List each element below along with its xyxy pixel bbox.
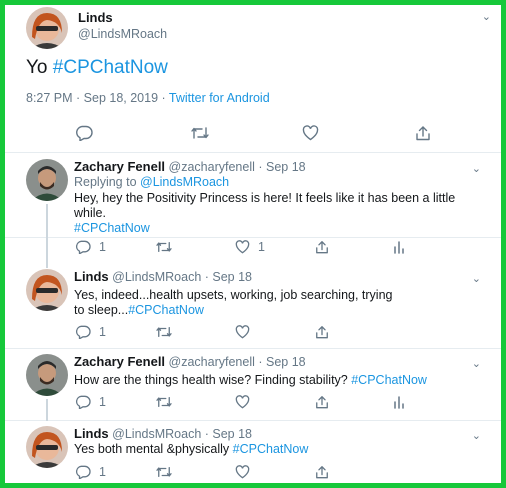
like-count: 1	[258, 240, 265, 254]
tweet-timestamp[interactable]: 8:27 PM · Sep 18, 2019 ·	[26, 91, 169, 105]
reply-tweet-1[interactable]: Zachary Fenell @zacharyfenell · Sep 18 ⌄…	[5, 154, 501, 238]
like-icon[interactable]: 1	[235, 240, 265, 254]
thread-line	[46, 399, 48, 421]
analytics-icon[interactable]	[393, 395, 405, 409]
tweet-text: Yes, indeed...health upsets, working, jo…	[74, 288, 404, 318]
main-tweet: Linds @LindsMRoach ⌄ Yo #CPChatNow 8:27 …	[5, 5, 501, 153]
hashtag-link[interactable]: #CPChatNow	[53, 57, 168, 78]
tweet-meta: 8:27 PM · Sep 18, 2019 · Twitter for And…	[26, 91, 270, 105]
tweet-thread-panel: Linds @LindsMRoach ⌄ Yo #CPChatNow 8:27 …	[5, 5, 501, 483]
avatar[interactable]	[26, 159, 68, 201]
analytics-icon[interactable]	[393, 240, 405, 254]
tweet-body: Yes, indeed...health upsets, working, jo…	[74, 288, 393, 317]
tweet-source-link[interactable]: Twitter for Android	[169, 91, 270, 105]
like-icon[interactable]	[235, 465, 250, 479]
reply-header: Zachary Fenell @zacharyfenell · Sep 18	[74, 159, 306, 174]
tweet-date[interactable]: · Sep 18	[201, 427, 252, 441]
reply-icon[interactable]: 1	[75, 240, 106, 254]
reply-icon[interactable]: 1	[75, 465, 106, 479]
chevron-down-icon[interactable]: ⌄	[472, 357, 481, 370]
author-name[interactable]: Linds	[74, 269, 109, 284]
author-name[interactable]: Linds	[78, 10, 113, 25]
thread-line	[46, 238, 48, 268]
retweet-icon[interactable]	[155, 465, 173, 479]
tweet-text: Hey, hey the Positivity Princess is here…	[74, 191, 474, 236]
author-handle[interactable]: @LindsMRoach	[112, 427, 201, 441]
reply-header: Linds @LindsMRoach · Sep 18	[74, 426, 252, 441]
thread-line	[46, 204, 48, 238]
retweet-icon[interactable]	[190, 125, 210, 141]
avatar[interactable]	[26, 426, 68, 468]
reply-header: Linds @LindsMRoach · Sep 18	[74, 269, 252, 284]
author-handle[interactable]: @LindsMRoach	[78, 27, 167, 41]
chevron-down-icon[interactable]: ⌄	[472, 272, 481, 285]
replying-to-label: Replying to	[74, 175, 141, 189]
reply-icon[interactable]: 1	[75, 325, 106, 339]
reply-count: 1	[99, 240, 106, 254]
hashtag-link[interactable]: #CPChatNow	[74, 221, 150, 235]
like-icon[interactable]	[235, 395, 250, 409]
hashtag-link[interactable]: #CPChatNow	[233, 442, 309, 456]
reply-count: 1	[99, 395, 106, 409]
author-handle[interactable]: @zacharyfenell	[169, 355, 255, 369]
reply-icon[interactable]	[75, 125, 93, 141]
author-name[interactable]: Zachary Fenell	[74, 159, 165, 174]
reply-count: 1	[99, 325, 106, 339]
avatar[interactable]	[26, 7, 68, 49]
avatar[interactable]	[26, 354, 68, 396]
main-tweet-actions	[5, 125, 501, 145]
reply-header: Zachary Fenell @zacharyfenell · Sep 18	[74, 354, 306, 369]
reply-count: 1	[99, 465, 106, 479]
share-icon[interactable]	[315, 325, 329, 339]
tweet-text: Yo #CPChatNow	[26, 57, 168, 79]
tweet-body: Yes both mental &physically	[74, 442, 233, 456]
author-name[interactable]: Linds	[74, 426, 109, 441]
share-icon[interactable]	[415, 125, 431, 141]
share-icon[interactable]	[315, 240, 329, 254]
retweet-icon[interactable]	[155, 325, 173, 339]
tweet-text: How are the things health wise? Finding …	[74, 373, 474, 388]
retweet-icon[interactable]	[155, 395, 173, 409]
reply-tweet-3[interactable]: Zachary Fenell @zacharyfenell · Sep 18 ⌄…	[5, 349, 501, 421]
share-icon[interactable]	[315, 465, 329, 479]
author-handle[interactable]: @zacharyfenell	[169, 160, 255, 174]
tweet-date[interactable]: · Sep 18	[255, 355, 305, 369]
tweet-text-prefix: Yo	[26, 57, 53, 78]
tweet-body: How are the things health wise? Finding …	[74, 373, 352, 387]
tweet-text: Yes both mental &physically #CPChatNow	[74, 442, 474, 457]
tweet-date[interactable]: · Sep 18	[201, 270, 252, 284]
hashtag-link[interactable]: #CPChatNow	[128, 303, 204, 317]
like-icon[interactable]	[235, 325, 250, 339]
reply-icon[interactable]: 1	[75, 395, 106, 409]
like-icon[interactable]	[302, 125, 319, 141]
chevron-down-icon[interactable]: ⌄	[482, 10, 491, 23]
author-name[interactable]: Zachary Fenell	[74, 354, 165, 369]
tweet-body: Hey, hey the Positivity Princess is here…	[74, 191, 456, 220]
retweet-icon[interactable]	[155, 240, 173, 254]
author-handle[interactable]: @LindsMRoach	[112, 270, 201, 284]
hashtag-link[interactable]: #CPChatNow	[351, 373, 427, 387]
avatar[interactable]	[26, 269, 68, 311]
chevron-down-icon[interactable]: ⌄	[472, 429, 481, 442]
mention-link[interactable]: @LindsMRoach	[140, 175, 229, 189]
share-icon[interactable]	[315, 395, 329, 409]
reply-tweet-2[interactable]: Linds @LindsMRoach · Sep 18 ⌄ Yes, indee…	[5, 238, 501, 349]
reply-tweet-4[interactable]: Linds @LindsMRoach · Sep 18 ⌄ Yes both m…	[5, 421, 501, 483]
replying-to: Replying to @LindsMRoach	[74, 175, 474, 190]
tweet-date[interactable]: · Sep 18	[255, 160, 305, 174]
chevron-down-icon[interactable]: ⌄	[472, 162, 481, 175]
